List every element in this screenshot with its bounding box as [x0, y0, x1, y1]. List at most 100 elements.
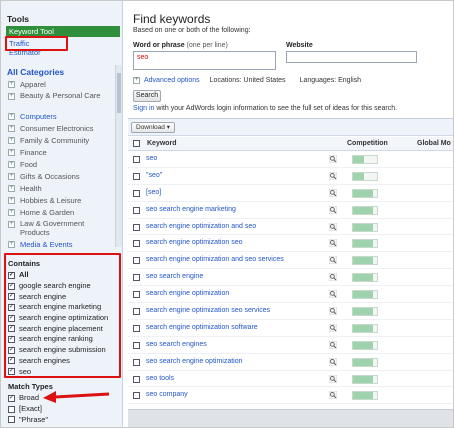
search-icon[interactable] — [329, 323, 337, 332]
contains-filter-item[interactable]: ✓ search engine marketing — [8, 302, 120, 313]
checkbox-checked[interactable]: ✓ — [8, 357, 15, 365]
keyword-link[interactable]: seo search engines — [146, 341, 207, 348]
keyword-link[interactable]: search engine optimization seo services — [146, 307, 270, 314]
search-icon[interactable] — [329, 340, 337, 349]
category-item[interactable]: + Consumer Electronics — [8, 123, 120, 135]
checkbox-checked[interactable]: ✓ — [8, 314, 15, 322]
signin-link[interactable]: Sign in — [133, 105, 154, 112]
search-icon[interactable] — [329, 171, 337, 180]
search-icon[interactable] — [329, 239, 337, 248]
expand-plus-icon[interactable]: + — [8, 113, 15, 120]
expand-plus-icon[interactable]: + — [8, 173, 15, 180]
search-icon[interactable] — [329, 290, 337, 299]
keyword-link[interactable]: search engine optimization and seo — [146, 223, 256, 230]
keyword-link[interactable]: search engine optimization software — [146, 324, 258, 331]
row-checkbox[interactable] — [133, 156, 140, 163]
search-icon[interactable] — [329, 391, 337, 400]
category-item[interactable]: + Gifts & Occasions — [8, 171, 120, 183]
category-item[interactable]: + Computers — [8, 111, 120, 123]
checkbox-checked[interactable]: ✓ — [8, 282, 15, 290]
category-item[interactable]: + Home & Garden — [8, 207, 120, 219]
checkbox-checked[interactable]: ✓ — [8, 293, 15, 301]
contains-filter-item[interactable]: ✓ search engine ranking — [8, 334, 120, 345]
search-icon[interactable] — [329, 205, 337, 214]
checkbox-unchecked[interactable] — [8, 416, 15, 424]
expand-plus-icon[interactable]: + — [8, 185, 15, 192]
row-checkbox[interactable] — [133, 358, 140, 366]
word-phrase-input[interactable]: seo — [133, 51, 276, 70]
checkbox-checked[interactable]: ✓ — [8, 271, 15, 279]
search-icon[interactable] — [329, 307, 337, 316]
expand-plus-icon[interactable]: + — [8, 81, 15, 88]
keyword-link[interactable]: seo company — [146, 391, 188, 398]
row-checkbox[interactable] — [133, 308, 140, 316]
keyword-link[interactable]: seo search engine optimization — [146, 358, 243, 365]
category-item[interactable]: + Finance — [8, 147, 120, 159]
contains-filter-item[interactable]: ✓ search engine — [8, 291, 120, 302]
row-checkbox[interactable] — [133, 189, 140, 197]
global-monthly-column-header[interactable]: Global Mo — [417, 140, 451, 147]
search-icon[interactable] — [329, 357, 337, 366]
contains-filter-item[interactable]: ✓ search engine optimization — [8, 313, 120, 324]
row-checkbox[interactable] — [133, 341, 140, 349]
match-type-item[interactable]: [Exact] — [8, 404, 120, 415]
expand-plus-icon[interactable]: + — [8, 241, 15, 248]
checkbox-checked[interactable]: ✓ — [8, 325, 15, 333]
contains-filter-item[interactable]: ✓ seo — [8, 366, 120, 377]
expand-plus-icon[interactable]: + — [8, 161, 15, 168]
category-item[interactable]: + Beauty & Personal Care — [8, 91, 120, 111]
row-checkbox[interactable] — [133, 274, 140, 282]
search-icon[interactable] — [329, 188, 337, 197]
category-item[interactable]: + Apparel — [8, 79, 120, 91]
keyword-link[interactable]: seo — [146, 155, 157, 162]
search-icon[interactable] — [329, 256, 337, 265]
category-item[interactable]: + Media & Events — [8, 239, 120, 251]
expand-plus-icon[interactable]: + — [8, 93, 15, 100]
search-icon[interactable] — [329, 155, 337, 163]
category-item[interactable]: + Family & Community — [8, 135, 120, 147]
row-checkbox[interactable] — [133, 324, 140, 332]
checkbox-checked[interactable]: ✓ — [8, 335, 15, 343]
keyword-link[interactable]: "seo" — [146, 172, 162, 179]
category-item[interactable]: + Health — [8, 183, 120, 195]
contains-filter-item[interactable]: ✓ All — [8, 270, 120, 281]
row-checkbox[interactable] — [133, 291, 140, 299]
row-checkbox[interactable] — [133, 223, 140, 231]
download-button[interactable]: Download ▾ — [131, 122, 175, 133]
competition-column-header[interactable]: Competition — [347, 140, 388, 147]
keyword-link[interactable]: seo search engine — [146, 273, 203, 280]
keyword-column-header[interactable]: Keyword — [147, 140, 177, 147]
advanced-options-link[interactable]: Advanced options — [144, 77, 200, 84]
expand-plus-icon[interactable]: + — [8, 149, 15, 156]
row-checkbox[interactable] — [133, 392, 140, 400]
select-all-checkbox[interactable] — [133, 140, 140, 147]
contains-filter-item[interactable]: ✓ search engine placement — [8, 323, 120, 334]
row-checkbox[interactable] — [133, 240, 140, 248]
category-item[interactable]: + Law & Government Products — [8, 219, 120, 239]
row-checkbox[interactable] — [133, 172, 140, 180]
keyword-link[interactable]: search engine optimization seo — [146, 239, 243, 246]
checkbox-checked[interactable]: ✓ — [8, 303, 15, 311]
expand-plus-icon[interactable]: + — [8, 197, 15, 204]
search-icon[interactable] — [329, 273, 337, 282]
table-footer-scrollbar[interactable] — [128, 409, 453, 427]
checkbox-checked[interactable]: ✓ — [8, 346, 15, 354]
keyword-link[interactable]: [seo] — [146, 189, 161, 196]
search-icon[interactable] — [329, 222, 337, 231]
checkbox-checked[interactable]: ✓ — [8, 394, 15, 402]
search-icon[interactable] — [329, 374, 337, 383]
category-item[interactable]: + Hobbies & Leisure — [8, 195, 120, 207]
row-checkbox[interactable] — [133, 375, 140, 383]
keyword-link[interactable]: seo tools — [146, 375, 174, 382]
keyword-link[interactable]: search engine optimization — [146, 290, 229, 297]
row-checkbox[interactable] — [133, 206, 140, 214]
category-scrollbar[interactable] — [115, 65, 122, 247]
keyword-link[interactable]: search engine optimization and seo servi… — [146, 256, 284, 263]
scrollbar-thumb[interactable] — [117, 73, 121, 113]
expand-plus-icon[interactable]: + — [8, 209, 15, 216]
expand-plus-icon[interactable]: + — [8, 137, 15, 144]
expand-plus-icon[interactable]: + — [8, 221, 15, 228]
contains-filter-item[interactable]: ✓ search engine submission — [8, 345, 120, 356]
search-button[interactable]: Search — [133, 90, 161, 102]
checkbox-unchecked[interactable] — [8, 405, 15, 413]
